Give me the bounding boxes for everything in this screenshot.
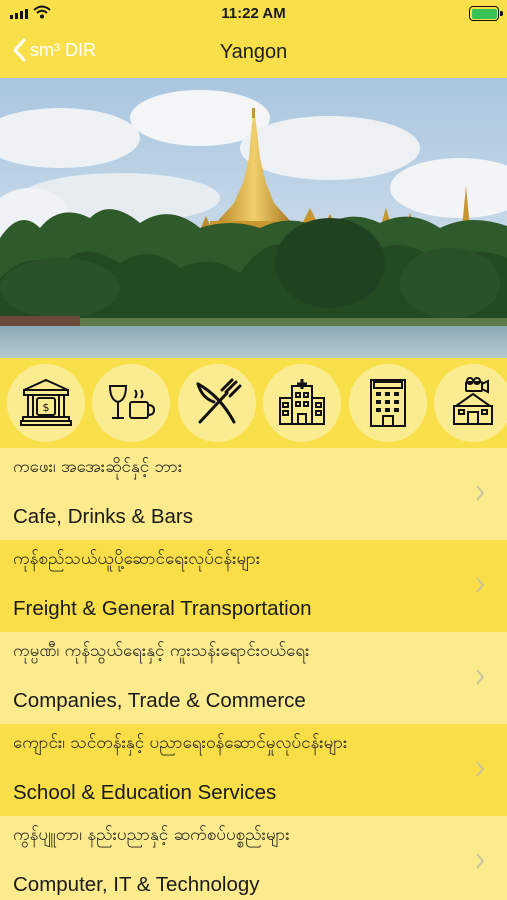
bank-icon: $ [20, 378, 72, 426]
fork-knife-icon [196, 378, 242, 424]
chevron-right-icon [476, 853, 485, 869]
wine-coffee-icon [108, 385, 156, 419]
category-hospital-button[interactable] [263, 364, 341, 442]
list-item-title-en: Companies, Trade & Commerce [13, 689, 306, 712]
category-icon-bar: $ [0, 358, 507, 448]
list-item-title-en: Computer, IT & Technology [13, 873, 260, 896]
category-list: ကဖေး၊ အအေးဆိုင်နှင့် ဘား Cafe, Drinks & … [0, 448, 507, 900]
list-item-freight-transportation[interactable]: ကုန်စည်သယ်ယူပို့ဆောင်ရေးလုပ်ငန်းများ Fre… [0, 540, 507, 632]
list-item-computer-it-technology[interactable]: ကွန်ပျူတာ၊ နည်းပညာနှင့် ဆက်စပ်ပစ္စည်းမျာ… [0, 816, 507, 900]
hospital-icon [279, 379, 325, 425]
category-drinks-button[interactable] [92, 364, 170, 442]
page-title: Yangon [219, 41, 288, 63]
list-item-cafe-drinks-bars[interactable]: ကဖေး၊ အအေးဆိုင်နှင့် ဘား Cafe, Drinks & … [0, 448, 507, 540]
battery-icon [469, 6, 503, 21]
chevron-right-icon [476, 577, 485, 593]
list-item-title-en: Freight & General Transportation [13, 597, 312, 620]
category-hotel-button[interactable] [349, 364, 427, 442]
list-item-title-en: Cafe, Drinks & Bars [13, 505, 193, 528]
nav-bar: sm³ DIR Yangon [0, 28, 507, 78]
chevron-right-icon [476, 761, 485, 777]
list-item-companies-trade-commerce[interactable]: ကုမ္ပဏီ၊ ကုန်သွယ်ရေးနှင့် ကူးသန်းရောင်းဝ… [0, 632, 507, 724]
list-item-title-mm: ကုန်စည်သယ်ယူပို့ဆောင်ရေးလုပ်ငန်းများ [13, 549, 261, 569]
category-restaurant-button[interactable] [178, 364, 256, 442]
chevron-right-icon [476, 669, 485, 685]
list-item-title-en: School & Education Services [13, 781, 277, 804]
status-bar: 11:22 AM [0, 0, 507, 28]
list-item-title-mm: ကွန်ပျူတာ၊ နည်းပညာနှင့် ဆက်စပ်ပစ္စည်းမျာ… [13, 825, 290, 845]
category-bank-button[interactable]: $ [7, 364, 85, 442]
list-item-title-mm: ကျောင်း၊ သင်တန်းနှင့် ပညာရေးဝန်ဆောင်မှုလ… [13, 733, 348, 753]
list-item-title-mm: ကဖေး၊ အအေးဆိုင်နှင့် ဘား [13, 457, 183, 477]
hotel-icon [370, 379, 406, 427]
chevron-right-icon [476, 485, 485, 501]
status-time: 11:22 AM [221, 5, 286, 22]
hero-image [0, 78, 507, 358]
list-item-school-education[interactable]: ကျောင်း၊ သင်တန်းနှင့် ပညာရေးဝန်ဆောင်မှုလ… [0, 724, 507, 816]
list-item-title-mm: ကုမ္ပဏီ၊ ကုန်သွယ်ရေးနှင့် ကူးသန်းရောင်းဝ… [13, 641, 310, 661]
cinema-icon [453, 377, 493, 425]
svg-text:$: $ [43, 401, 50, 414]
category-cinema-button[interactable] [434, 364, 507, 442]
